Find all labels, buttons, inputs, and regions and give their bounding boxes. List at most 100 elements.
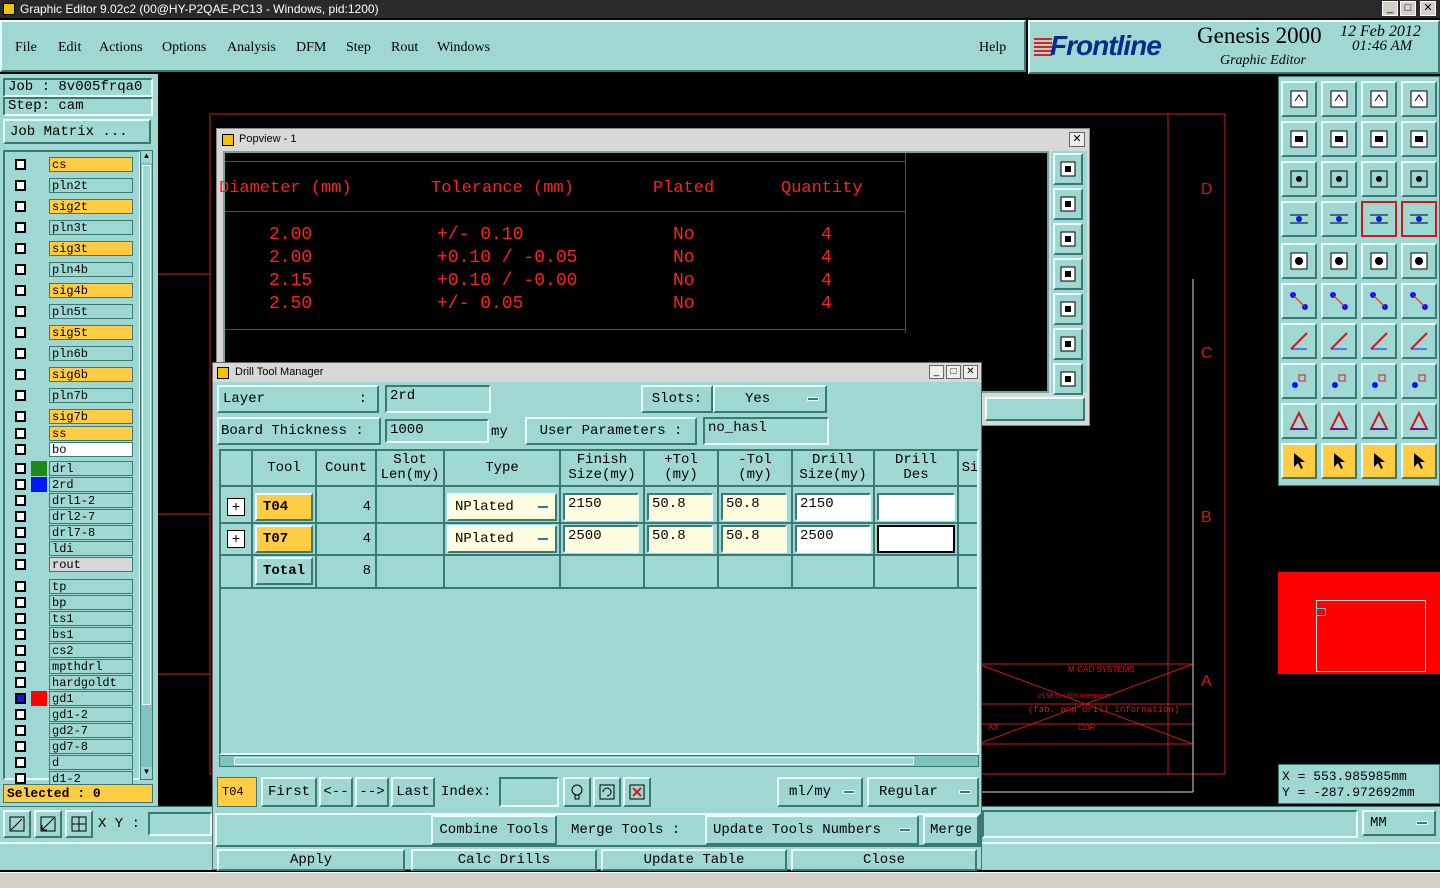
layer-checkbox[interactable]	[15, 661, 26, 672]
layer-checkbox[interactable]	[15, 677, 26, 688]
layer-checkbox[interactable]	[15, 285, 26, 296]
navigator-panel[interactable]	[1278, 486, 1440, 764]
layer-checkbox[interactable]	[15, 757, 26, 768]
select-arrow-icon[interactable]	[1281, 443, 1317, 479]
popview-left-icon[interactable]	[1053, 258, 1083, 290]
scroll-down-arrow[interactable]: ▼	[141, 767, 152, 779]
layer-color-swatch[interactable]	[31, 346, 47, 361]
layer-name[interactable]: pln4b	[49, 262, 133, 277]
layer-checkbox[interactable]	[15, 527, 26, 538]
layer-row[interactable]: hardgoldt	[11, 675, 133, 690]
maximize-button[interactable]: □	[1400, 1, 1416, 16]
combine-tools-button[interactable]: Combine Tools	[431, 815, 557, 845]
prev-button[interactable]: <--	[319, 777, 353, 807]
layer-name[interactable]: drl	[49, 461, 133, 476]
popview-fit-all-icon[interactable]	[1053, 363, 1083, 395]
menu-step[interactable]: Step	[346, 40, 371, 56]
layer-checkbox[interactable]	[15, 581, 26, 592]
save-view-icon[interactable]	[1321, 81, 1357, 117]
tool-type-select[interactable]: NPlated	[447, 493, 557, 521]
grid-icon[interactable]	[65, 810, 93, 838]
bulb-icon[interactable]	[563, 777, 591, 807]
measure-icon[interactable]	[34, 810, 62, 838]
index-input[interactable]	[499, 777, 559, 807]
merge-button[interactable]: Merge	[923, 815, 979, 845]
menu-dfm[interactable]: DFM	[296, 40, 326, 56]
layer-color-swatch[interactable]	[31, 627, 47, 642]
zoom-area-icon[interactable]	[3, 810, 31, 838]
layer-checkbox[interactable]	[15, 159, 26, 170]
home-view-icon[interactable]	[1281, 81, 1317, 117]
layer-color-swatch[interactable]	[31, 367, 47, 382]
plus-tol-input[interactable]: 50.8	[647, 525, 713, 553]
tool-button[interactable]: T07	[255, 525, 313, 553]
layer-name[interactable]: cs2	[49, 643, 133, 658]
add-line-icon[interactable]	[1321, 243, 1357, 279]
layer-color-swatch[interactable]	[31, 493, 47, 508]
layer-color-swatch[interactable]	[31, 525, 47, 540]
point-icon[interactable]	[1281, 363, 1317, 399]
triangle-alt-icon[interactable]	[1401, 403, 1437, 439]
layer-row[interactable]: gd1	[11, 691, 133, 706]
layer-row[interactable]: sig4b	[11, 283, 133, 298]
layer-checkbox[interactable]	[15, 693, 26, 704]
layer-row[interactable]: sig2t	[11, 199, 133, 214]
layer-name[interactable]: pln6b	[49, 346, 133, 361]
layer-color-swatch[interactable]	[31, 541, 47, 556]
layer-color-swatch[interactable]	[31, 426, 47, 441]
expand-row-icon[interactable]: +	[227, 530, 245, 548]
layer-row[interactable]: drl1-2	[11, 493, 133, 508]
layer-checkbox[interactable]	[15, 479, 26, 490]
layer-color-swatch[interactable]	[31, 509, 47, 524]
layer-checkbox[interactable]	[15, 725, 26, 736]
calc-drills-button[interactable]: Calc Drills	[411, 849, 597, 871]
menu-windows[interactable]: Windows	[437, 40, 490, 56]
user-parameters-input[interactable]: no_hasl	[703, 417, 829, 445]
navigator-viewport[interactable]	[1316, 600, 1426, 672]
layer-row[interactable]: pln6b	[11, 346, 133, 361]
layer-color-swatch[interactable]	[31, 611, 47, 626]
layer-checkbox[interactable]	[15, 629, 26, 640]
layer-checkbox[interactable]	[15, 201, 26, 212]
layer-name[interactable]: mpthdrl	[49, 659, 133, 674]
layer-name[interactable]: sig4b	[49, 283, 133, 298]
layer-color-swatch[interactable]	[31, 477, 47, 492]
layer-row[interactable]: drl7-8	[11, 525, 133, 540]
layer-color-swatch[interactable]	[31, 442, 47, 457]
add-pad-icon[interactable]	[1281, 243, 1317, 279]
plus-tol-input[interactable]: 50.8	[647, 493, 713, 521]
layer-name[interactable]: gd1-2	[49, 707, 133, 722]
layer-color-swatch[interactable]	[31, 707, 47, 722]
scroll-up-arrow[interactable]: ▲	[141, 151, 152, 163]
layer-display-icon[interactable]	[1361, 201, 1397, 237]
layer-checkbox[interactable]	[15, 613, 26, 624]
house-icon[interactable]	[1361, 81, 1397, 117]
layer-color-swatch[interactable]	[31, 157, 47, 172]
update-table-button[interactable]: Update Table	[601, 849, 787, 871]
layer-name[interactable]: d	[49, 755, 133, 770]
layer-name[interactable]: sig3t	[49, 241, 133, 256]
resize-icon[interactable]	[1361, 363, 1397, 399]
layer-name[interactable]: bo	[49, 442, 133, 457]
next-button[interactable]: -->	[355, 777, 389, 807]
ruler-icon[interactable]	[1361, 243, 1397, 279]
connect-icon[interactable]	[1361, 283, 1397, 319]
layer-name[interactable]: ldi	[49, 541, 133, 556]
layer-name[interactable]: cs	[49, 157, 133, 172]
layer-name[interactable]: drl1-2	[49, 493, 133, 508]
layer-name[interactable]: sig7b	[49, 409, 133, 424]
layer-checkbox[interactable]	[15, 543, 26, 554]
triangle-a-icon[interactable]	[1321, 403, 1357, 439]
layer-name[interactable]: 2rd	[49, 477, 133, 492]
dtm-close-button[interactable]: ✕	[963, 365, 978, 379]
refresh-icon[interactable]	[593, 777, 621, 807]
layer-color-swatch[interactable]	[31, 659, 47, 674]
layer-name[interactable]: rout	[49, 557, 133, 572]
pan-right-icon[interactable]	[1321, 121, 1357, 157]
delete-icon[interactable]	[623, 777, 651, 807]
command-input[interactable]	[982, 810, 1358, 838]
dtm-minimize-button[interactable]: _	[929, 365, 944, 379]
popview-right-icon[interactable]	[1053, 293, 1083, 325]
tool-type-select[interactable]: NPlated	[447, 525, 557, 553]
layer-checkbox[interactable]	[15, 645, 26, 656]
